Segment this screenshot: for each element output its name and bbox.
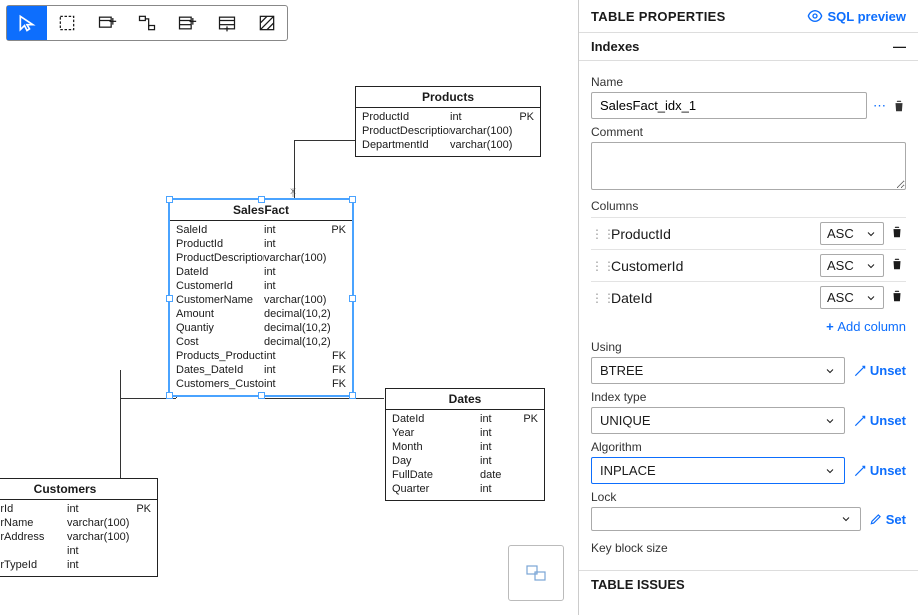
delete-icon[interactable] [890, 257, 906, 274]
eye-icon [807, 8, 823, 24]
rel-line [120, 370, 121, 478]
table-title: Dates [386, 389, 544, 410]
relation-tool[interactable] [127, 6, 167, 40]
sort-select[interactable]: ASC [820, 286, 884, 309]
index-columns-list: ⋮⋮ ProductId ASC ⋮⋮ CustomerId ASC ⋮⋮ Da… [591, 217, 906, 313]
more-icon[interactable]: ⋯ [873, 98, 886, 114]
canvas-toolbar [6, 5, 288, 41]
using-select[interactable]: BTREE [591, 357, 845, 384]
delete-icon[interactable] [892, 99, 906, 113]
table-salesfact[interactable]: SalesFact SaleIdintPK ProductIdint Produ… [168, 198, 354, 397]
sql-preview-button[interactable]: SQL preview [807, 8, 906, 24]
lock-select[interactable] [591, 507, 861, 531]
drag-handle-icon[interactable]: ⋮⋮ [591, 227, 605, 241]
unset-icon [853, 364, 867, 378]
erd-canvas[interactable]: ᛡ ᛡ ᛡ Products ProductIdintPK ProductDes… [0, 0, 578, 615]
unset-icon [853, 464, 867, 478]
chevron-down-icon [865, 260, 877, 272]
algorithm-label: Algorithm [591, 440, 906, 454]
name-label: Name [591, 75, 906, 89]
chevron-down-icon [824, 415, 836, 427]
table-columns: SaleIdintPK ProductIdint ProductDescript… [170, 221, 352, 395]
index-column-row[interactable]: ⋮⋮ DateId ASC [591, 281, 906, 313]
table-title: Products [356, 87, 540, 108]
sort-select[interactable]: ASC [820, 254, 884, 277]
chevron-down-icon [840, 513, 852, 525]
table-columns: ProductIdintPK ProductDescriptionvarchar… [356, 108, 540, 156]
lock-label: Lock [591, 490, 906, 504]
table-columns: DateIdintPK Yearint Monthint Dayint Full… [386, 410, 544, 500]
panel-title: TABLE PROPERTIES [591, 9, 726, 24]
algorithm-select[interactable]: INPLACE [591, 457, 845, 484]
delete-icon[interactable] [890, 225, 906, 242]
add-column-tool[interactable] [167, 6, 207, 40]
table-customers[interactable]: Customers omerIdintPK omerNamevarchar(10… [0, 478, 158, 577]
comment-label: Comment [591, 125, 906, 139]
collapse-icon: — [893, 39, 906, 54]
index-type-select[interactable]: UNIQUE [591, 407, 845, 434]
table-title: SalesFact [170, 200, 352, 221]
table-issues-section-header[interactable]: TABLE ISSUES [579, 570, 918, 598]
columns-label: Columns [591, 199, 906, 213]
index-column-row[interactable]: ⋮⋮ CustomerId ASC [591, 249, 906, 281]
unset-icon [853, 414, 867, 428]
index-column-name: CustomerId [611, 258, 814, 274]
unset-button[interactable]: Unset [853, 363, 906, 378]
drag-handle-icon[interactable]: ⋮⋮ [591, 291, 605, 305]
unset-button[interactable]: Unset [853, 463, 906, 478]
index-name-input[interactable] [591, 92, 867, 119]
indexes-section-header[interactable]: Indexes — [579, 32, 918, 61]
minimap[interactable] [508, 545, 564, 601]
unset-button[interactable]: Unset [853, 413, 906, 428]
minimap-icon [524, 561, 548, 585]
index-column-name: DateId [611, 290, 814, 306]
using-label: Using [591, 340, 906, 354]
drag-handle-icon[interactable]: ⋮⋮ [591, 259, 605, 273]
set-button[interactable]: Set [869, 512, 906, 527]
index-type-label: Index type [591, 390, 906, 404]
pencil-icon [869, 512, 883, 526]
index-column-row[interactable]: ⋮⋮ ProductId ASC [591, 217, 906, 249]
table-title: Customers [0, 479, 157, 500]
rel-line [264, 398, 384, 399]
chevron-down-icon [824, 465, 836, 477]
key-block-label: Key block size [591, 541, 906, 555]
insert-row-tool[interactable] [207, 6, 247, 40]
add-table-tool[interactable] [87, 6, 127, 40]
marquee-tool[interactable] [47, 6, 87, 40]
chevron-down-icon [865, 292, 877, 304]
properties-panel: TABLE PROPERTIES SQL preview Indexes — N… [578, 0, 918, 615]
sort-select[interactable]: ASC [820, 222, 884, 245]
hatch-tool[interactable] [247, 6, 287, 40]
comment-input[interactable] [591, 142, 906, 190]
chevron-down-icon [865, 228, 877, 240]
add-column-button[interactable]: + Add column [826, 319, 906, 334]
index-column-name: ProductId [611, 226, 814, 242]
chevron-down-icon [824, 365, 836, 377]
rel-line [294, 140, 355, 141]
table-columns: omerIdintPK omerNamevarchar(100) omerAdd… [0, 500, 157, 576]
table-products[interactable]: Products ProductIdintPK ProductDescripti… [355, 86, 541, 157]
table-dates[interactable]: Dates DateIdintPK Yearint Monthint Dayin… [385, 388, 545, 501]
cursor-tool[interactable] [7, 6, 47, 40]
delete-icon[interactable] [890, 289, 906, 306]
